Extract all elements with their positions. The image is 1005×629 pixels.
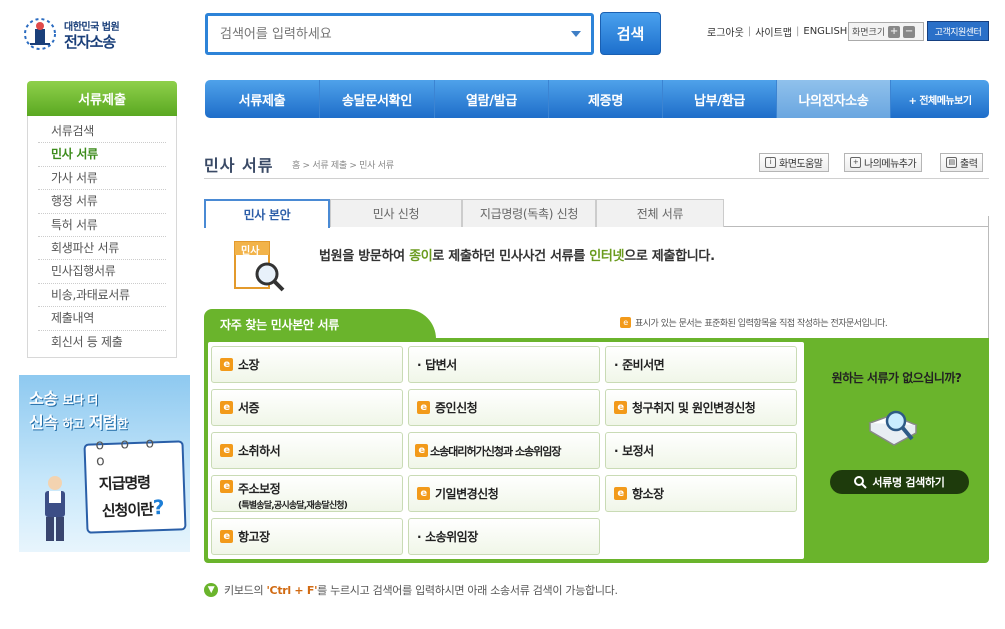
sidebar-item-family[interactable]: 가사 서류 [38,167,166,191]
intro-text: 법원을 방문하여 종이로 제출하던 민사사건 서류를 인터넷으로 제출합니다. [319,249,715,264]
person-illustration-icon [45,476,65,541]
nav-my[interactable]: 나의전자소송 [777,80,891,118]
doc-brief[interactable]: · 준비서면 [605,346,797,383]
tab-all-documents[interactable]: 전체 서류 [596,199,724,227]
e-document-icon: e [220,530,233,543]
tab-payment-order[interactable]: 지급명령(독촉) 신청 [462,199,596,227]
help-button[interactable]: i 화면도움말 [759,153,829,172]
banner-line1: 소송 보다 더 [29,389,98,408]
find-document-button[interactable]: 서류명 검색하기 [830,470,969,494]
doc-complaint-appeal[interactable]: e 항고장 [211,518,403,555]
bookmark-icon: + [850,157,861,168]
doc-claim-change[interactable]: e 청구취지 및 원인변경신청 [605,389,797,426]
doc-answer[interactable]: · 답변서 [408,346,600,383]
sidebar-item-admin[interactable]: 행정 서류 [38,190,166,214]
customer-support-button[interactable]: 고객지원센터 [927,21,989,41]
dropdown-arrow-icon[interactable] [571,31,581,37]
doc-complaint[interactable]: e 소장 [211,346,403,383]
calendar-rings-icon: o o o o [95,435,161,470]
breadcrumb: 홈 > 서류 제출 > 민사 서류 [292,161,394,171]
nav-submit[interactable]: 서류제출 [205,80,320,118]
civil-document-icon: 민사 [233,240,287,292]
search-button[interactable]: 검색 [600,12,661,55]
doc-address-correction[interactable]: e 주소보정 (특별송달,공시송달,재송달신청) [211,475,403,512]
page-title: 민사 서류 [204,156,274,175]
tab-civil-application[interactable]: 민사 신청 [330,199,462,227]
doc-correction[interactable]: · 보정서 [605,432,797,469]
font-size-control: 화면크기 + − [848,22,924,41]
nav-delivery[interactable]: 송달문서확인 [320,80,435,118]
sidebar-item-civil[interactable]: 민사 서류 [38,143,166,167]
banner-calendar: o o o o 지급명령 신청이란? [83,435,187,534]
font-increase-button[interactable]: + [888,25,901,38]
e-document-icon: e [220,401,233,414]
nav-payment[interactable]: 납부/환급 [663,80,777,118]
tab-civil-main[interactable]: 민사 본안 [204,199,330,228]
separator: | [796,26,800,37]
doc-evidence[interactable]: e 서증 [211,389,403,426]
e-document-icon: e [614,401,627,414]
court-emblem-icon [24,18,56,50]
scroll-line [988,216,989,346]
e-document-icon: e [620,317,631,328]
print-button[interactable]: ▤ 출력 [940,153,984,172]
banner-line2: 신속 하고 저렴한 [29,413,128,432]
sitemap-link[interactable]: 사이트맵 [755,24,792,39]
main-navigation: 서류제출 송달문서확인 열람/발급 제증명 납부/환급 나의전자소송 + 전체메… [205,80,989,118]
e-document-icon: e [417,401,430,414]
arrow-down-icon: ▼ [204,583,218,597]
want-document-question: 원하는 서류가 없으십니까? [831,371,962,385]
e-document-icon: e [614,487,627,500]
e-document-icon: e [220,444,233,457]
banner-title: 지급명령 [98,473,151,494]
title-divider [204,178,989,179]
font-decrease-button[interactable]: − [903,25,916,38]
sidebar-item-search[interactable]: 서류검색 [38,120,166,144]
doc-date-change[interactable]: e 기일변경신청 [408,475,600,512]
keyboard-search-note: ▼ 키보드의 'Ctrl + F'를 누르시고 검색어를 입력하시면 아래 소송… [204,582,618,598]
sidebar-item-bankruptcy[interactable]: 회생파산 서류 [38,237,166,261]
payment-order-banner[interactable]: 소송 보다 더 신속 하고 저렴한 o o o o 지급명령 신청이란? [19,375,190,552]
nav-all-menu[interactable]: + 전체메뉴보기 [891,92,989,107]
sidebar-item-patent[interactable]: 특허 서류 [38,214,166,237]
info-icon: i [765,157,776,168]
document-grid: e 소장 · 답변서 · 준비서면 e 서증 e 증인신청 e 청구취지 및 원인변경신청 … [208,342,804,559]
sidebar-item-reply[interactable]: 회신서 등 제출 [38,331,166,354]
english-link[interactable]: ENGLISH [803,26,847,37]
banner-subtitle: 신청이란? [101,495,164,521]
logout-link[interactable]: 로그아웃 [707,24,744,39]
e-document-icon: e [415,444,428,457]
panel-note: e 표시가 있는 문서는 표준화된 입력항목을 직접 작성하는 전자문서입니다. [620,316,888,329]
e-document-icon: e [220,480,233,493]
sidebar-item-history[interactable]: 제출내역 [38,307,166,331]
sidebar-item-noncontentious[interactable]: 비송,과태료서류 [38,284,166,308]
nav-view[interactable]: 열람/발급 [435,80,549,118]
e-document-icon: e [417,487,430,500]
add-my-menu-button[interactable]: + 나의메뉴추가 [844,153,923,172]
doc-proxy-permit[interactable]: e 소송대리허가신청과 소송위임장 [408,432,600,469]
separator: | [747,26,752,37]
nav-certificate[interactable]: 제증명 [549,80,663,118]
font-size-label: 화면크기 [852,28,886,38]
logo-line2: 전자소송 [64,33,116,51]
sidebar-title: 서류제출 [27,81,177,116]
doc-appeal[interactable]: e 항소장 [605,475,797,512]
magnifier-book-icon [866,403,922,453]
search-input[interactable] [220,24,560,44]
e-document-icon: e [220,358,233,371]
utility-links: 로그아웃 | 사이트맵 | ENGLISH [707,24,847,39]
sidebar-menu: 서류검색 민사 서류 가사 서류 행정 서류 특허 서류 회생파산 서류 민사집… [27,116,177,358]
tab-bar: 민사 본안 민사 신청 지급명령(독촉) 신청 전체 서류 [204,199,989,228]
printer-icon: ▤ [946,157,957,168]
search-icon [854,475,868,489]
panel-title: 자주 찾는 민사본안 서류 [204,309,436,339]
sidebar-item-enforcement[interactable]: 민사집행서류 [38,260,166,284]
doc-withdrawal[interactable]: e 소취하서 [211,432,403,469]
doc-witness[interactable]: e 증인신청 [408,389,600,426]
doc-power-of-attorney[interactable]: · 소송위임장 [408,518,600,555]
search-box [205,13,594,55]
court-logo[interactable]: 대한민국 법원 전자소송 [22,14,172,54]
